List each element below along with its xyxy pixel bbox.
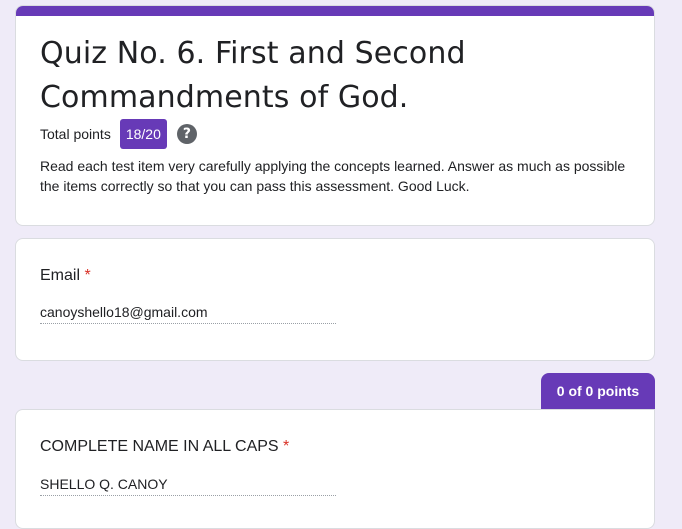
name-question-card: COMPLETE NAME IN ALL CAPS * SHELLO Q. CA… [15, 409, 655, 529]
name-answer: SHELLO Q. CANOY [40, 476, 336, 496]
total-points-label: Total points [40, 126, 111, 142]
email-question-label: Email * [40, 267, 91, 285]
name-label-text: COMPLETE NAME IN ALL CAPS [40, 438, 279, 455]
total-points-row: Total points 18/20 ? [40, 119, 197, 149]
form-title: Quiz No. 6. First and Second Commandment… [40, 32, 640, 120]
required-asterisk: * [283, 438, 290, 455]
help-circle-icon[interactable]: ? [176, 124, 197, 144]
email-answer: canoyshello18@gmail.com [40, 304, 336, 324]
total-points-badge: 18/20 [119, 119, 167, 149]
header-accent-bar [16, 6, 654, 16]
form-title-line-2: Commandments of God. [40, 80, 409, 115]
form-title-line-1: Quiz No. 6. First and Second [40, 36, 466, 71]
form-header-card: Quiz No. 6. First and Second Commandment… [15, 5, 655, 226]
name-question-label: COMPLETE NAME IN ALL CAPS * [40, 438, 289, 456]
question-score-tab: 0 of 0 points [541, 373, 655, 409]
email-label-text: Email [40, 267, 81, 284]
form-description: Read each test item very carefully apply… [40, 158, 626, 194]
required-asterisk: * [84, 267, 91, 284]
email-question-card: Email * canoyshello18@gmail.com [15, 238, 655, 361]
